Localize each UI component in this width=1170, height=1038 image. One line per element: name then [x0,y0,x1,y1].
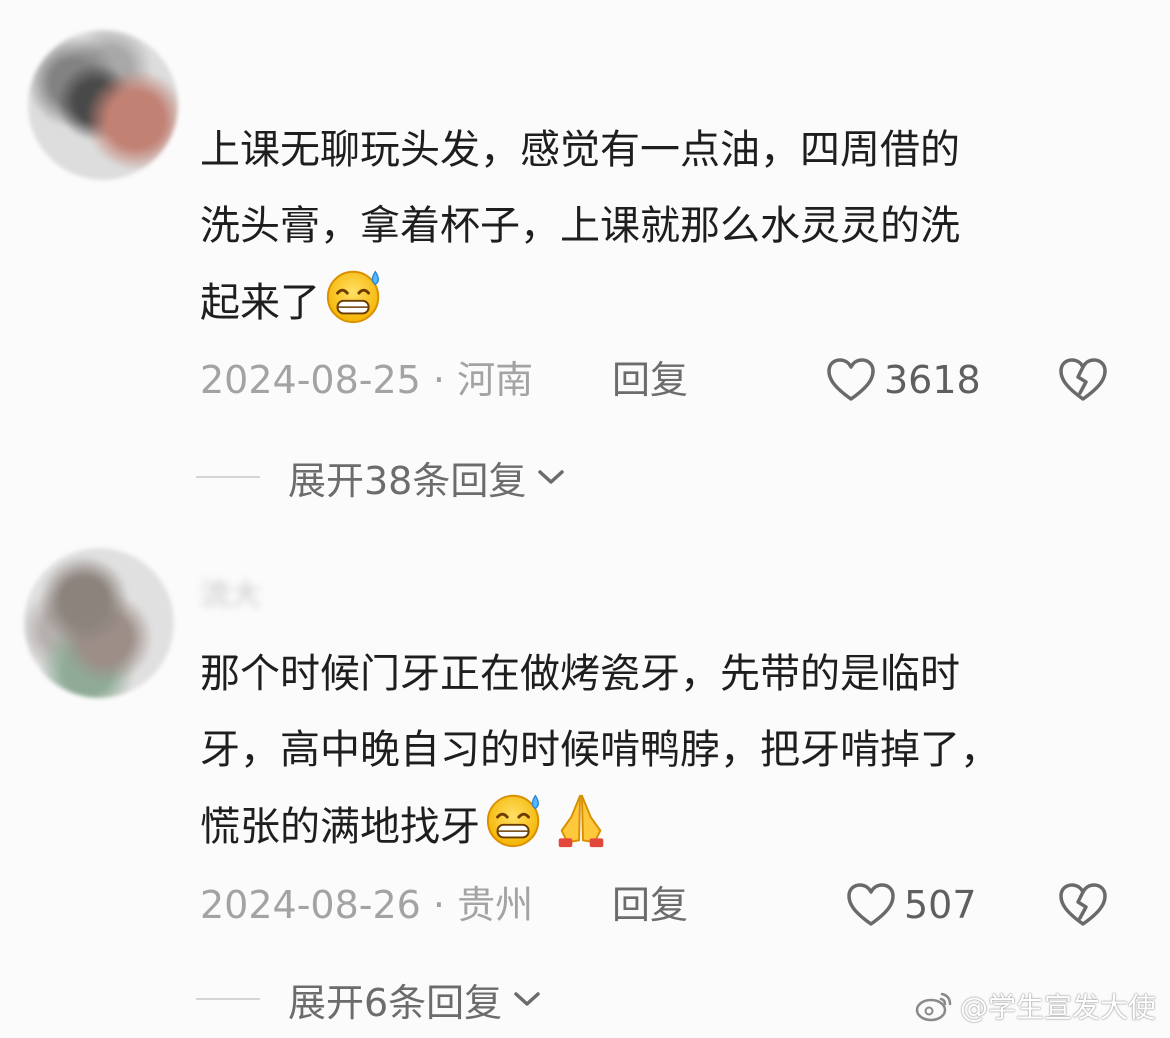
date-location: 2024-08-25 · 河南 [200,358,534,402]
comment-meta: 2024-08-25 · 河南 回复 3618 [200,355,1120,405]
heart-outline-icon [847,883,895,926]
heart-outline-icon [827,358,875,401]
username[interactable]: 流大 [200,570,262,614]
expand-replies: 展开38条回复 [196,450,566,505]
dislike-button[interactable] [1058,357,1108,412]
like-count: 507 [904,883,977,927]
comment-text: 那个时候门牙正在做烤瓷牙，先带的是临时 牙，高中晚自习的时候啃鸭脖，把牙啃掉了，… [200,636,1130,875]
chevron-down-icon [538,470,565,484]
expand-replies-button[interactable]: 展开38条回复 [288,450,566,505]
broken-heart-icon [1059,883,1107,926]
date-location: 2024-08-26 · 贵州 [200,883,534,927]
reply-button[interactable]: 回复 [612,355,688,405]
like-button[interactable]: 507 [846,880,977,930]
dislike-button[interactable] [1058,882,1108,937]
praying-hands-emoji [550,788,612,875]
grinning-sweat-emoji [324,264,386,351]
broken-heart-icon [1059,358,1107,401]
grinning-sweat-emoji [484,788,546,875]
username[interactable] [200,56,240,86]
comment-meta: 2024-08-26 · 贵州 回复 507 [200,880,1120,930]
reply-button[interactable]: 回复 [612,880,688,930]
expand-replies: 展开6条回复 [196,972,542,1027]
expand-label: 展开6条回复 [288,980,503,1025]
weibo-icon [915,992,952,1022]
chevron-down-icon [514,992,540,1006]
expand-replies-button[interactable]: 展开6条回复 [288,972,542,1027]
comment-text: 上课无聊玩头发，感觉有一点油，四周借的 洗头膏，拿着杯子，上课就那么水灵灵的洗 … [200,112,1130,351]
watermark: @学生宣发大使 [914,986,1156,1026]
avatar[interactable] [28,30,178,180]
like-button[interactable]: 3618 [826,355,981,405]
watermark-text: @学生宣发大使 [959,991,1156,1024]
comment-text-content: 上课无聊玩头发，感觉有一点油，四周借的 洗头膏，拿着杯子，上课就那么水灵灵的洗 … [200,127,960,326]
divider [196,476,260,478]
avatar[interactable] [24,548,174,698]
like-count: 3618 [884,358,981,402]
expand-label: 展开38条回复 [288,458,527,503]
divider [196,998,260,1000]
